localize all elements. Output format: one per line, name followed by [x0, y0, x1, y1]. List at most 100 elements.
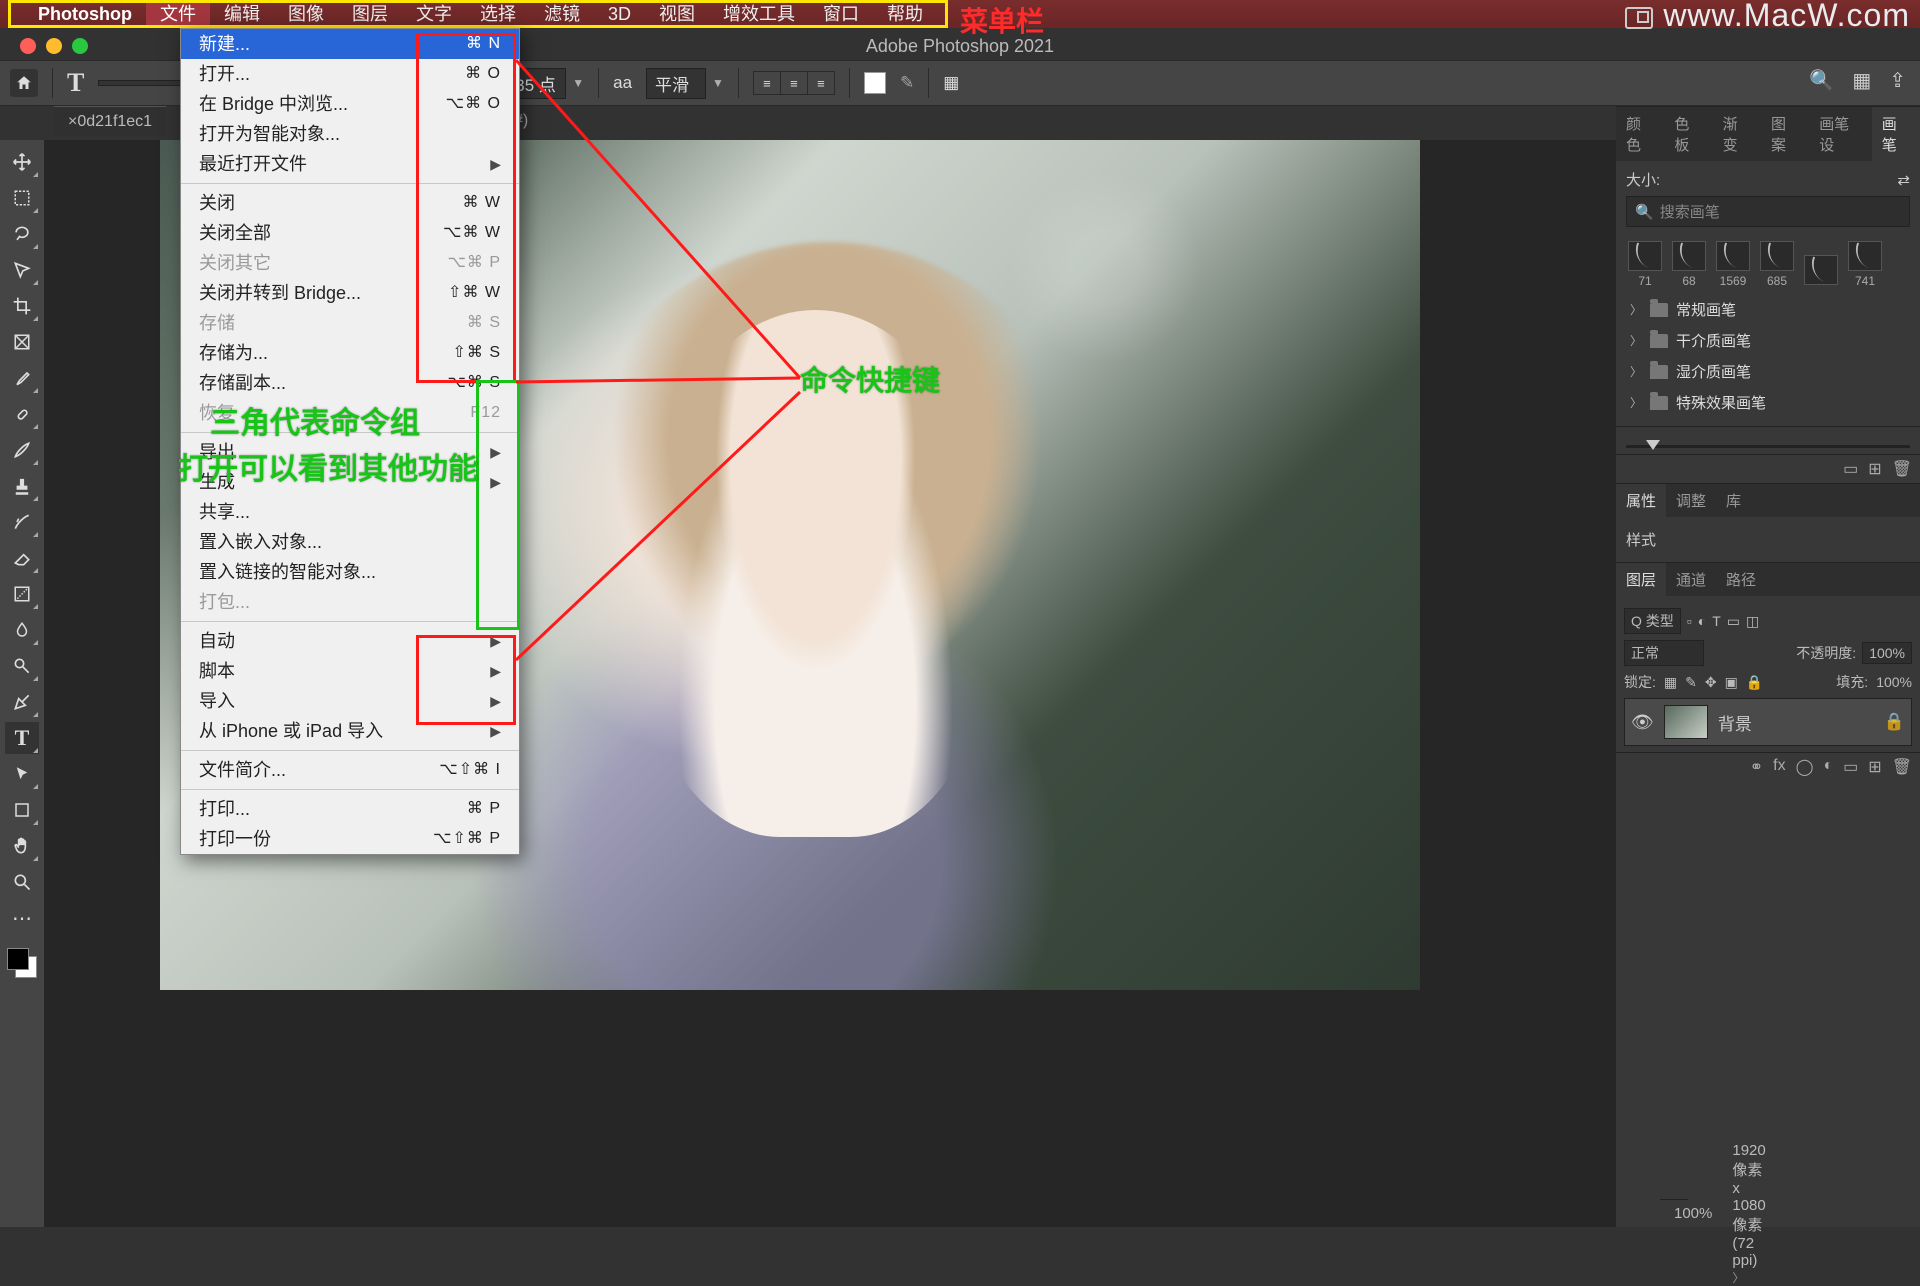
link-layers-icon[interactable]: ⚭ — [1750, 757, 1763, 777]
align-left-button[interactable]: ≡ — [754, 72, 780, 94]
file-menu-item[interactable]: 共享... — [181, 497, 519, 527]
move-tool[interactable] — [5, 146, 39, 178]
tab-pattern[interactable]: 图案 — [1761, 107, 1809, 161]
menu-file[interactable]: 文件 — [146, 0, 210, 28]
crop-tool[interactable] — [5, 290, 39, 322]
dodge-tool[interactable] — [5, 650, 39, 682]
filter-type-icon[interactable]: T — [1712, 613, 1721, 629]
brush-flip-icon[interactable]: ⇄ — [1897, 171, 1910, 189]
tab-layers[interactable]: 图层 — [1616, 563, 1666, 596]
file-menu-item[interactable]: 打印一份⌥⇧⌘ P — [181, 824, 519, 854]
new-layer-icon[interactable]: ⊞ — [1868, 757, 1881, 777]
lock-all-icon[interactable]: 🔒 — [1746, 674, 1763, 691]
fx-icon[interactable]: fx — [1773, 757, 1785, 777]
marquee-tool[interactable] — [5, 182, 39, 214]
filter-adjust-icon[interactable]: ◐ — [1698, 613, 1706, 629]
brush-thumb[interactable]: 685 — [1760, 241, 1794, 288]
file-menu-item[interactable]: 打开为智能对象... — [181, 119, 519, 149]
align-right-button[interactable]: ≡ — [808, 72, 834, 94]
warp-text-button[interactable]: ✎ — [900, 73, 914, 93]
brush-folder[interactable]: 〉特殊效果画笔 — [1626, 387, 1910, 418]
zoom-level[interactable]: 100% — [1674, 1205, 1712, 1222]
eraser-tool[interactable] — [5, 542, 39, 574]
group-icon[interactable]: ▭ — [1843, 757, 1858, 777]
menu-edit[interactable]: 编辑 — [210, 0, 274, 28]
tab-brush[interactable]: 画笔 — [1872, 107, 1920, 161]
lock-pos-icon[interactable]: ✥ — [1705, 674, 1717, 691]
zoom-tool[interactable] — [5, 866, 39, 898]
edit-toolbar[interactable]: ⋯ — [5, 902, 39, 934]
file-menu-item[interactable]: 存储副本...⌥⌘ S — [181, 368, 519, 398]
style-row[interactable]: 样式 — [1626, 529, 1910, 550]
document-tab[interactable]: × 0d21f1ec1 — [54, 106, 166, 136]
lock-nest-icon[interactable]: ▣ — [1725, 674, 1738, 691]
tab-gradient[interactable]: 渐变 — [1713, 107, 1761, 161]
blur-tool[interactable] — [5, 614, 39, 646]
file-menu-item[interactable]: 在 Bridge 中浏览...⌥⌘ O — [181, 89, 519, 119]
new-group-icon[interactable]: ▭ — [1843, 459, 1858, 479]
file-menu-item[interactable]: 脚本▶ — [181, 656, 519, 686]
lasso-tool[interactable] — [5, 218, 39, 250]
mask-icon[interactable]: ◯ — [1796, 757, 1814, 777]
search-icon[interactable]: 🔍 — [1809, 68, 1834, 93]
panels-toggle-button[interactable]: ▦ — [943, 73, 959, 93]
hand-tool[interactable] — [5, 830, 39, 862]
tab-brush-settings[interactable]: 画笔设 — [1809, 107, 1871, 161]
adjustment-icon[interactable]: ◐ — [1823, 757, 1833, 777]
filter-shape-icon[interactable]: ▭ — [1727, 613, 1740, 630]
file-menu-item[interactable]: 存储为...⇧⌘ S — [181, 338, 519, 368]
share-icon[interactable]: ⇪ — [1889, 68, 1906, 93]
brush-thumb[interactable]: 68 — [1672, 241, 1706, 288]
layer-filter[interactable]: Q 类型 — [1624, 608, 1681, 634]
brush-tool[interactable] — [5, 434, 39, 466]
brush-slider[interactable] — [1616, 427, 1920, 454]
menu-filter[interactable]: 滤镜 — [530, 0, 594, 28]
eyedropper-tool[interactable] — [5, 362, 39, 394]
tab-color[interactable]: 颜色 — [1616, 107, 1664, 161]
gradient-tool[interactable] — [5, 578, 39, 610]
quick-select-tool[interactable] — [5, 254, 39, 286]
file-menu-item[interactable]: 文件简介...⌥⇧⌘ I — [181, 755, 519, 785]
filter-image-icon[interactable]: ▫ — [1687, 613, 1692, 629]
tab-paths[interactable]: 路径 — [1716, 563, 1766, 596]
file-menu-item[interactable]: 导出▶ — [181, 437, 519, 467]
menu-window[interactable]: 窗口 — [809, 0, 873, 28]
menu-help[interactable]: 帮助 — [873, 0, 937, 28]
path-select-tool[interactable] — [5, 758, 39, 790]
layer-item-background[interactable]: 👁 背景 🔒 — [1624, 698, 1912, 746]
color-swatch[interactable] — [7, 948, 37, 978]
shape-tool[interactable] — [5, 794, 39, 826]
file-menu-item[interactable]: 导入▶ — [181, 686, 519, 716]
brush-folder[interactable]: 〉干介质画笔 — [1626, 325, 1910, 356]
brush-folder[interactable]: 〉湿介质画笔 — [1626, 356, 1910, 387]
new-brush-icon[interactable]: ⊞ — [1868, 459, 1881, 479]
menu-app[interactable]: Photoshop — [24, 0, 146, 28]
opacity-value[interactable]: 100% — [1862, 642, 1912, 664]
menu-image[interactable]: 图像 — [274, 0, 338, 28]
brush-thumb[interactable]: 741 — [1848, 241, 1882, 288]
tab-adjustments[interactable]: 调整 — [1666, 484, 1716, 517]
workspace-icon[interactable]: ▦ — [1852, 68, 1871, 93]
file-menu-item[interactable]: 最近打开文件▶ — [181, 149, 519, 179]
file-menu-item[interactable]: 关闭并转到 Bridge...⇧⌘ W — [181, 278, 519, 308]
home-button[interactable] — [10, 69, 38, 97]
file-menu-item[interactable]: 新建...⌘ N — [181, 29, 519, 59]
brush-folder[interactable]: 〉常规画笔 — [1626, 294, 1910, 325]
stamp-tool[interactable] — [5, 470, 39, 502]
delete-layer-icon[interactable]: 🗑 — [1892, 757, 1912, 777]
frame-tool[interactable] — [5, 326, 39, 358]
file-menu-item[interactable]: 置入链接的智能对象... — [181, 557, 519, 587]
pen-tool[interactable] — [5, 686, 39, 718]
tab-properties[interactable]: 属性 — [1616, 484, 1666, 517]
brush-thumb[interactable] — [1804, 255, 1838, 288]
lock-paint-icon[interactable]: ✎ — [1685, 674, 1697, 691]
file-menu-item[interactable]: 从 iPhone 或 iPad 导入▶ — [181, 716, 519, 746]
lock-trans-icon[interactable]: ▦ — [1664, 674, 1677, 691]
tab-channels[interactable]: 通道 — [1666, 563, 1716, 596]
file-menu-item[interactable]: 打印...⌘ P — [181, 794, 519, 824]
menu-3d[interactable]: 3D — [594, 0, 645, 28]
menu-select[interactable]: 选择 — [466, 0, 530, 28]
file-menu-item[interactable]: 自动▶ — [181, 626, 519, 656]
filter-smart-icon[interactable]: ◫ — [1746, 613, 1759, 630]
file-menu-item[interactable]: 置入嵌入对象... — [181, 527, 519, 557]
